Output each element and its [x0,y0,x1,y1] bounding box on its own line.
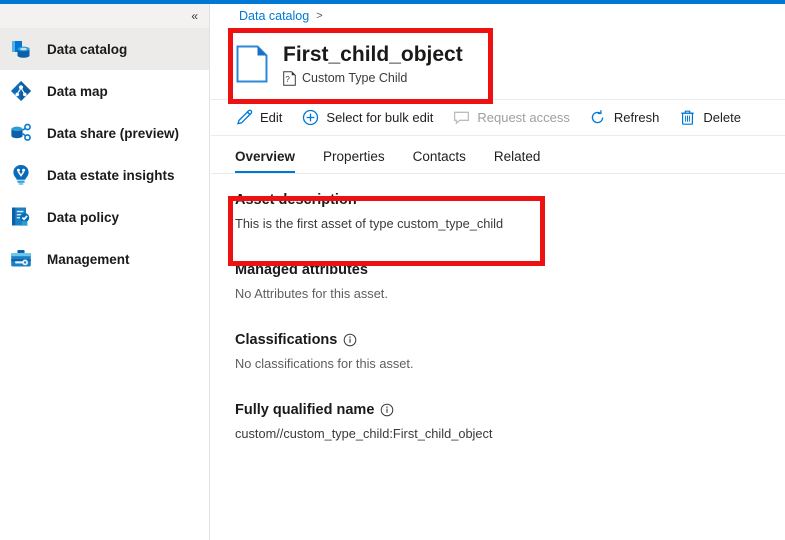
tab-properties[interactable]: Properties [323,149,385,173]
pencil-icon [235,109,253,127]
overview-content: Asset description This is the first asse… [211,174,785,442]
section-heading-text: Fully qualified name [235,402,374,418]
section-heading-text: Asset description [235,192,357,208]
section-heading: Fully qualified name [235,402,761,418]
command-label: Delete [703,110,741,125]
page-title: First_child_object [283,42,463,68]
sidebar-item-label: Data share (preview) [47,126,179,141]
sidebar-header: « [0,4,209,28]
asset-type-label: Custom Type Child [302,71,407,85]
asset-type-row: ? Custom Type Child [283,71,463,86]
section-heading-text: Managed attributes [235,262,368,278]
section-heading: Classifications [235,332,761,348]
section-heading: Asset description [235,192,761,208]
section-fully-qualified-name: Fully qualified name custom//custom_type… [235,402,761,442]
section-heading-text: Classifications [235,332,337,348]
request-access-button: Request access [452,109,570,127]
command-label: Edit [260,110,282,125]
section-managed-attributes: Managed attributes No Attributes for thi… [235,262,761,302]
command-bar: Edit Select for bulk edit Request a [211,100,785,136]
section-asset-description: Asset description This is the first asse… [235,192,761,232]
tab-bar: Overview Properties Contacts Related [211,136,785,174]
data-estate-insights-icon [8,162,34,188]
delete-button[interactable]: Delete [678,109,741,127]
data-catalog-icon [8,36,34,62]
section-classifications: Classifications No classifications for t… [235,332,761,372]
unknown-type-icon: ? [283,71,296,86]
refresh-icon [589,109,607,127]
left-sidebar: « Data catalog [0,4,210,540]
app-root: « Data catalog [0,0,785,540]
select-for-bulk-edit-button[interactable]: Select for bulk edit [301,109,433,127]
sidebar-item-label: Data policy [47,210,119,225]
breadcrumb-item-data-catalog[interactable]: Data catalog [239,9,309,23]
tab-overview[interactable]: Overview [235,149,295,173]
info-icon[interactable] [380,403,394,417]
comment-icon [452,109,470,127]
management-icon [8,246,34,272]
command-label: Refresh [614,110,660,125]
trash-icon [678,109,696,127]
tab-related[interactable]: Related [494,149,541,173]
refresh-button[interactable]: Refresh [589,109,660,127]
data-map-icon [8,78,34,104]
info-icon[interactable] [343,333,357,347]
sidebar-nav-list: Data catalog Data map [0,28,209,280]
sidebar-item-data-policy[interactable]: Data policy [0,196,209,238]
sidebar-item-label: Data estate insights [47,168,175,183]
asset-header: First_child_object ? Custom Type Child [211,28,785,100]
tab-contacts[interactable]: Contacts [413,149,466,173]
sidebar-item-data-estate-insights[interactable]: Data estate insights [0,154,209,196]
sidebar-item-data-map[interactable]: Data map [0,70,209,112]
main-panel: Data catalog > First_child_object [211,4,785,540]
sidebar-item-management[interactable]: Management [0,238,209,280]
sidebar-item-data-share[interactable]: Data share (preview) [0,112,209,154]
svg-text:?: ? [285,75,290,84]
breadcrumb: Data catalog > [211,4,785,28]
section-value: This is the first asset of type custom_t… [235,215,761,232]
command-label: Select for bulk edit [326,110,433,125]
breadcrumb-separator-icon: > [316,10,322,22]
command-label: Request access [477,110,570,125]
edit-button[interactable]: Edit [235,109,282,127]
section-value: No Attributes for this asset. [235,285,761,302]
plus-circle-icon [301,109,319,127]
sidebar-item-label: Data catalog [47,42,127,57]
data-share-icon [8,120,34,146]
asset-title-block: First_child_object ? Custom Type Child [283,42,463,86]
document-icon [235,45,269,83]
sidebar-item-label: Data map [47,84,108,99]
collapse-sidebar-icon[interactable]: « [191,10,197,22]
sidebar-item-label: Management [47,252,130,267]
section-value: No classifications for this asset. [235,355,761,372]
section-value: custom//custom_type_child:First_child_ob… [235,425,761,442]
section-heading: Managed attributes [235,262,761,278]
sidebar-item-data-catalog[interactable]: Data catalog [0,28,209,70]
data-policy-icon [8,204,34,230]
